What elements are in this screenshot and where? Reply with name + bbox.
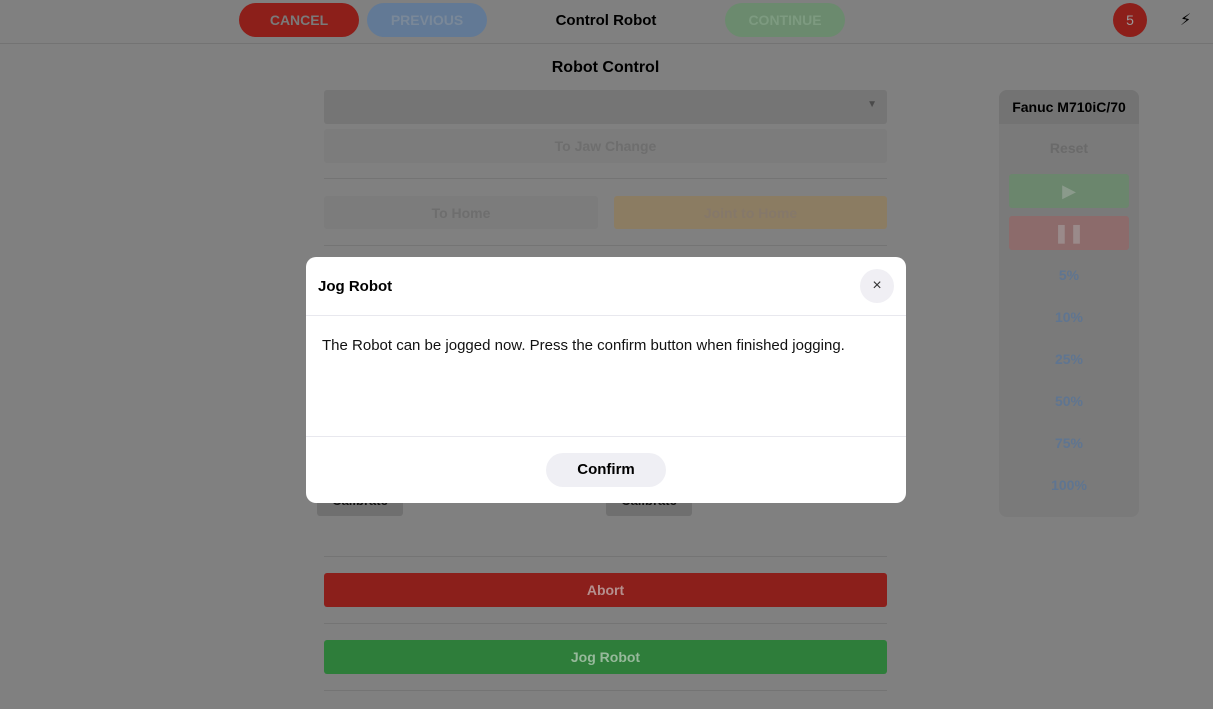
jog-robot-modal: Jog Robot × The Robot can be jogged now.… [306,257,906,503]
play-button[interactable]: ▶ [1009,174,1129,208]
top-bar: CANCEL PREVIOUS Control Robot CONTINUE 5… [0,0,1213,44]
robot-name: Fanuc M710iC/70 [999,90,1139,124]
abort-button[interactable]: Abort [324,573,887,607]
continue-button[interactable]: CONTINUE [725,3,845,37]
section-title: Robot Control [551,59,660,76]
modal-title: Jog Robot [318,278,393,295]
jog-robot-button[interactable]: Jog Robot [324,640,887,674]
pause-icon: ❚❚ [1053,223,1085,243]
close-icon: × [872,277,882,294]
modal-message: The Robot can be jogged now. Press the c… [322,337,845,354]
joint-to-home-button[interactable]: Joint to Home [614,196,887,229]
speed-75[interactable]: 75% [999,435,1139,451]
close-button[interactable]: × [860,269,894,303]
play-icon: ▶ [1062,181,1076,201]
notification-badge[interactable]: 5 [1113,3,1147,37]
speed-25[interactable]: 25% [999,351,1139,367]
speed-10[interactable]: 10% [999,309,1139,325]
bolt-icon[interactable]: ⚡︎ [1180,10,1191,30]
pause-button[interactable]: ❚❚ [1009,216,1129,250]
previous-button[interactable]: PREVIOUS [367,3,487,37]
divider [306,436,906,437]
page-title: Control Robot [555,12,657,29]
robot-select[interactable]: ▼ [324,90,887,124]
divider [324,690,887,691]
to-jaw-change-button[interactable]: To Jaw Change [324,129,887,163]
robot-side-panel: Fanuc M710iC/70 Reset ▶ ❚❚ 5% 10% 25% 50… [999,90,1139,517]
divider [306,315,906,316]
divider [324,178,887,179]
speed-100[interactable]: 100% [999,477,1139,493]
reset-button[interactable]: Reset [999,140,1139,156]
confirm-button[interactable]: Confirm [546,453,666,487]
to-home-button[interactable]: To Home [324,196,598,229]
speed-50[interactable]: 50% [999,393,1139,409]
cancel-button[interactable]: CANCEL [239,3,359,37]
divider [324,556,887,557]
chevron-down-icon: ▼ [867,99,877,110]
divider [324,245,887,246]
divider [324,623,887,624]
speed-5[interactable]: 5% [999,267,1139,283]
